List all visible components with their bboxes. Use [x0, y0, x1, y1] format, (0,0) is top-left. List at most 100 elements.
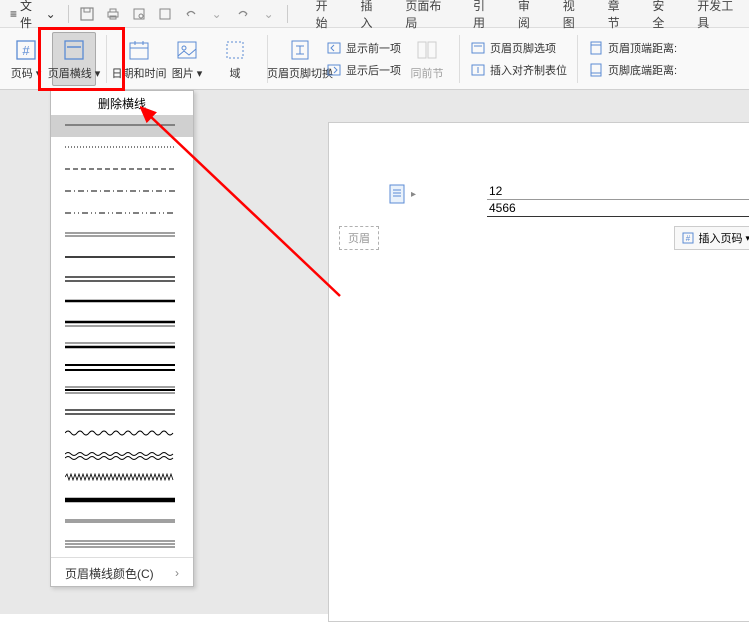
line-style-medium[interactable] [51, 247, 193, 269]
line-style-double-wavy[interactable] [51, 445, 193, 467]
line-style-triple-close[interactable] [51, 533, 193, 555]
field-label: 域 [230, 65, 241, 81]
chevron-icon[interactable]: ▸ [411, 189, 416, 200]
header-content[interactable]: 12 4566 [487, 183, 749, 217]
picture-label: 图片 ▾ [172, 65, 203, 81]
file-menu[interactable]: ≡ 文件 ⌄ [4, 0, 62, 34]
line-style-thin-thick[interactable] [51, 335, 193, 357]
ribbon-group-header: # 页码 ▾ 页眉横线 ▾ [4, 32, 96, 86]
svg-text:#: # [22, 43, 30, 58]
header-line-1[interactable]: 12 [487, 183, 749, 200]
hfswitch-label: 页眉页脚切换 [267, 65, 333, 81]
line-style-dotted[interactable] [51, 137, 193, 159]
sameprev-icon [414, 37, 440, 63]
separator [68, 5, 69, 23]
line-style-triple[interactable] [51, 379, 193, 401]
aligntab-icon [470, 62, 486, 78]
sameprev-button[interactable]: 同前节 [405, 32, 449, 86]
undo-icon[interactable] [183, 6, 199, 22]
redo-icon[interactable] [235, 6, 251, 22]
showprev-label: 显示前一项 [346, 40, 401, 56]
tab-start[interactable]: 开始 [314, 0, 341, 35]
shownext-label: 显示后一项 [346, 62, 401, 78]
tab-strip: 开始 插入 页面布局 引用 审阅 视图 章节 安全 开发工具 [314, 0, 745, 35]
ribbon-col-dist: 页眉顶端距离: 页脚底端距离: [588, 40, 677, 78]
line-style-zigzag[interactable] [51, 467, 193, 489]
sameprev-label: 同前节 [411, 65, 444, 81]
tab-pagelayout[interactable]: 页面布局 [403, 0, 453, 35]
tab-review[interactable]: 审阅 [516, 0, 543, 35]
field-button[interactable]: 域 [213, 32, 257, 86]
line-style-thick-thin[interactable] [51, 313, 193, 335]
save-icon[interactable] [79, 6, 95, 22]
print-preview-icon[interactable] [131, 6, 147, 22]
separator [106, 35, 107, 83]
chevron-down-icon: ⌄ [46, 7, 56, 21]
line-style-dashdot[interactable] [51, 181, 193, 203]
ribbon-col-options: 页眉页脚选项 插入对齐制表位 [470, 40, 567, 78]
svg-text:#: # [686, 234, 691, 243]
line-color-item[interactable]: 页眉横线颜色(C) › [51, 560, 193, 586]
hfoptions-button[interactable]: 页眉页脚选项 [470, 40, 567, 56]
hfswitch-button[interactable]: 页眉页脚切换 [278, 32, 322, 86]
footerdist-item[interactable]: 页脚底端距离: [588, 62, 677, 78]
insertalign-label: 插入对齐制表位 [490, 62, 567, 78]
menu-icon: ≡ [10, 7, 17, 21]
line-style-double-thick[interactable] [51, 357, 193, 379]
headerdist-label: 页眉顶端距离: [608, 40, 677, 56]
field-icon [222, 37, 248, 63]
doc-icon [387, 183, 407, 203]
headerline-icon [61, 37, 87, 63]
datetime-label: 日期和时间 [112, 65, 167, 81]
options-icon [470, 40, 486, 56]
tab-view[interactable]: 视图 [561, 0, 588, 35]
ribbon-group-nav: 页眉页脚切换 显示前一项 显示后一项 同前节 [278, 32, 449, 86]
calendar-icon [126, 37, 152, 63]
paper[interactable]: ▸ 12 4566 页眉 # 插入页码 ▾ [328, 122, 749, 622]
chevron-down-icon[interactable]: ⌄ [261, 6, 277, 22]
tab-insert[interactable]: 插入 [359, 0, 386, 35]
pagenum-button[interactable]: # 页码 ▾ [4, 32, 48, 86]
quick-access: ⌄ ⌄ [75, 6, 281, 22]
print-icon[interactable] [105, 6, 121, 22]
line-style-extra-thick[interactable] [51, 489, 193, 511]
shownext-button[interactable]: 显示后一项 [326, 62, 401, 78]
pagenum-small-icon: # [681, 231, 695, 245]
picture-icon [174, 37, 200, 63]
line-style-double-close[interactable] [51, 511, 193, 533]
remove-line-item[interactable]: 删除横线 [51, 91, 193, 115]
insert-pagenum-button[interactable]: # 插入页码 ▾ [674, 226, 749, 250]
tab-chapter[interactable]: 章节 [606, 0, 633, 35]
showprev-button[interactable]: 显示前一项 [326, 40, 401, 56]
line-style-thick[interactable] [51, 291, 193, 313]
line-style-double-medium[interactable] [51, 269, 193, 291]
line-style-dashed[interactable] [51, 159, 193, 181]
pagenum-label: 页码 ▾ [11, 65, 42, 81]
pagenum-icon: # [13, 37, 39, 63]
headerline-dropdown: 删除横线 页眉横线颜色(C) › [50, 90, 194, 587]
ribbon-group-insert: 日期和时间 图片 ▾ 域 [117, 32, 257, 86]
line-style-med-pair[interactable] [51, 401, 193, 423]
headerline-button[interactable]: 页眉横线 ▾ [52, 32, 96, 86]
preview-icon[interactable] [157, 6, 173, 22]
tab-devtools[interactable]: 开发工具 [695, 0, 745, 35]
header-line-2[interactable]: 4566 [487, 200, 749, 217]
datetime-button[interactable]: 日期和时间 [117, 32, 161, 86]
chevron-down-icon: ▾ [745, 233, 749, 244]
insertalign-button[interactable]: 插入对齐制表位 [470, 62, 567, 78]
ribbon: # 页码 ▾ 页眉横线 ▾ 日期和时间 图片 ▾ 域 页眉页脚切换 [0, 28, 749, 90]
chevron-down-icon[interactable]: ⌄ [209, 6, 225, 22]
tab-safety[interactable]: 安全 [650, 0, 677, 35]
line-style-solid-thin[interactable] [51, 115, 193, 137]
insert-pagenum-label: 插入页码 [698, 230, 742, 246]
footerdist-icon [588, 62, 604, 78]
headerdist-item[interactable]: 页眉顶端距离: [588, 40, 677, 56]
picture-button[interactable]: 图片 ▾ [165, 32, 209, 86]
line-color-label: 页眉横线颜色(C) [65, 565, 154, 582]
tab-reference[interactable]: 引用 [471, 0, 498, 35]
separator [459, 35, 460, 83]
headerline-label: 页眉横线 ▾ [48, 65, 101, 81]
line-style-dashdotdot[interactable] [51, 203, 193, 225]
line-style-wavy[interactable] [51, 423, 193, 445]
line-style-double-thin[interactable] [51, 225, 193, 247]
